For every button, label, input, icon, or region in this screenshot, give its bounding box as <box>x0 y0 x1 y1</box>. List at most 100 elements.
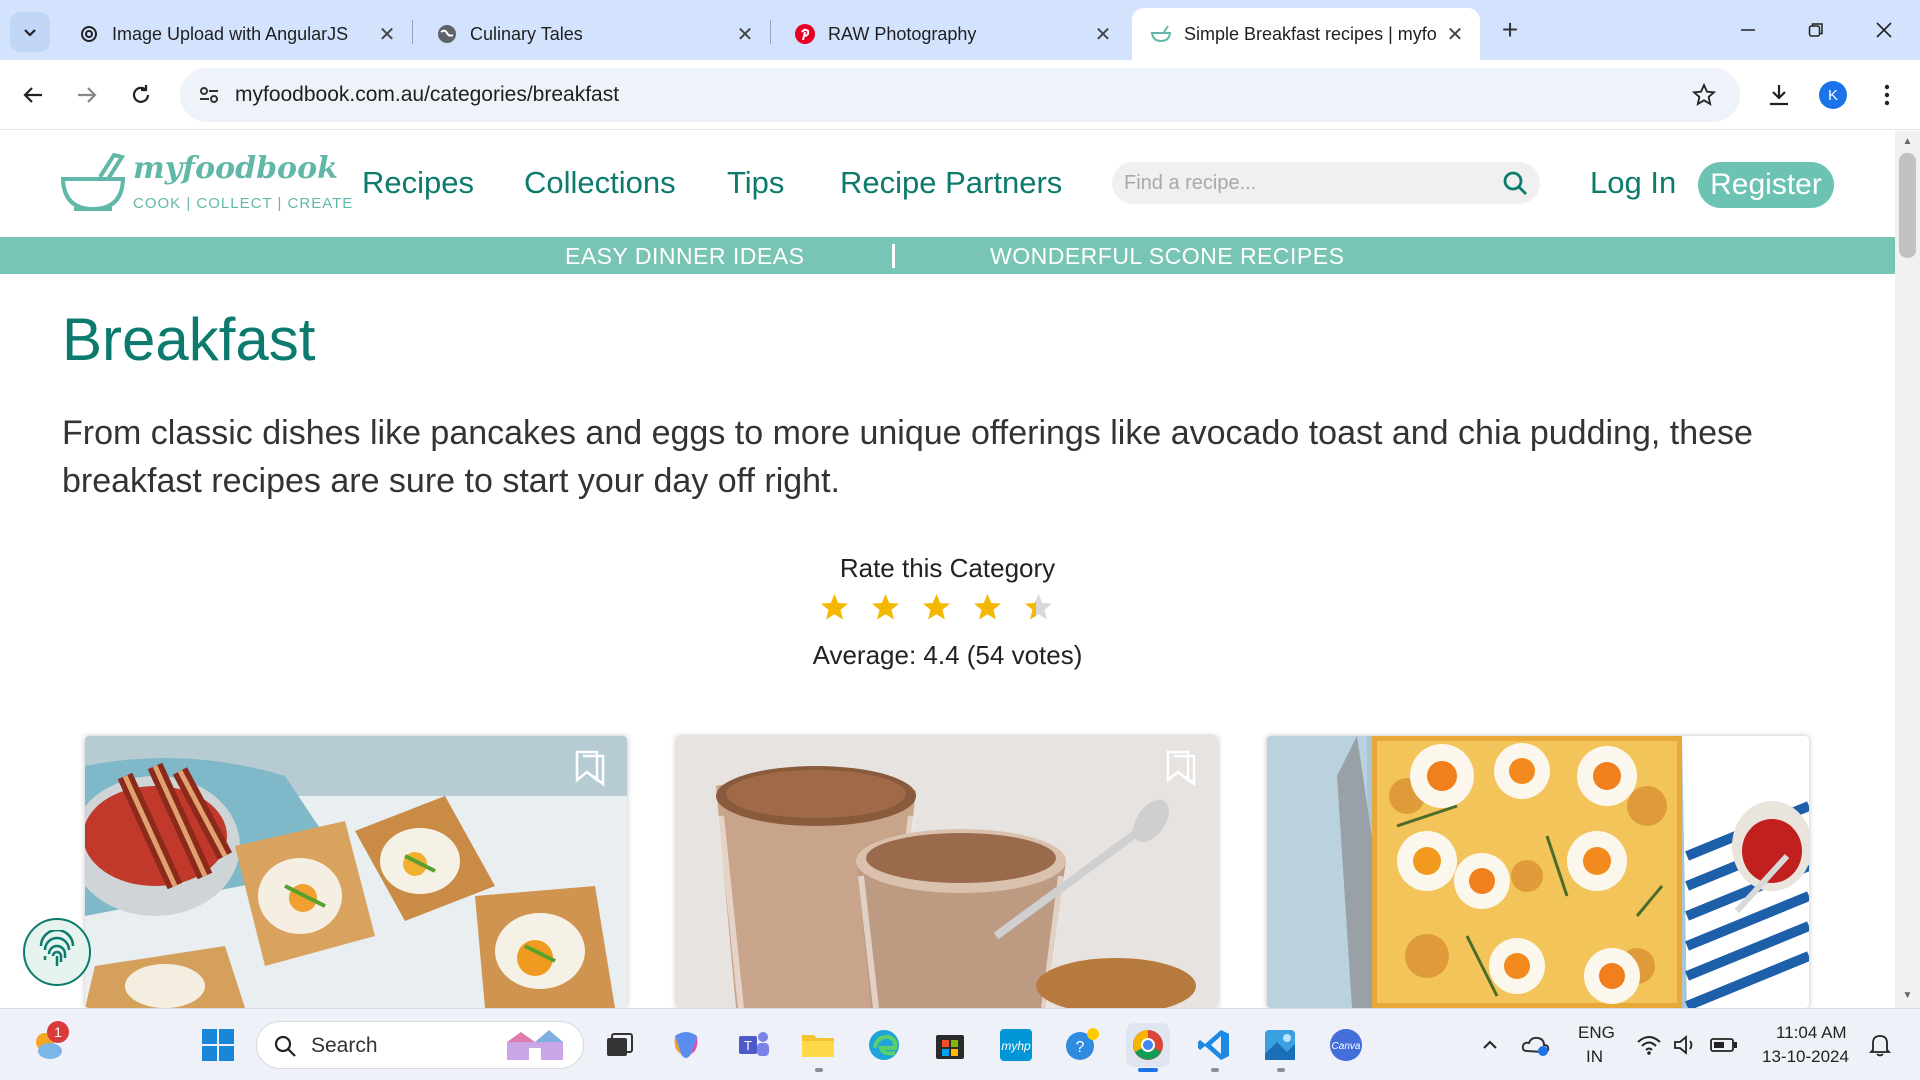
profile-button[interactable]: K <box>1814 76 1852 114</box>
rating-star-3[interactable] <box>922 593 951 622</box>
bookmark-icon[interactable] <box>573 750 607 788</box>
region-indicator: IN <box>1586 1047 1603 1066</box>
register-button[interactable]: Register <box>1698 162 1834 208</box>
site-logo[interactable]: myfoodbook COOK | COLLECT | CREATE <box>60 151 352 221</box>
show-hidden-icons-button[interactable] <box>1470 1023 1510 1067</box>
page-scrollbar[interactable] <box>1895 131 1920 1008</box>
store-icon <box>936 1035 964 1059</box>
taskbar-search[interactable]: Search <box>256 1021 584 1069</box>
chevron-down-icon <box>24 29 36 37</box>
chrome-button[interactable] <box>1126 1023 1170 1067</box>
notification-badge: 1 <box>47 1021 69 1043</box>
notifications-button[interactable] <box>1860 1023 1900 1067</box>
teams-button[interactable]: T <box>732 1023 776 1067</box>
download-button[interactable] <box>1760 76 1798 114</box>
minimize-icon[interactable] <box>1728 14 1768 46</box>
scroll-down-icon[interactable]: ▼ <box>1900 990 1915 1004</box>
rating-star-5[interactable] <box>1024 593 1053 622</box>
browser-menu-button[interactable] <box>1868 76 1906 114</box>
promo-divider <box>892 244 895 268</box>
edge-icon <box>869 1030 899 1060</box>
nav-recipe-partners[interactable]: Recipe Partners <box>840 165 1062 201</box>
folder-icon <box>802 1035 834 1057</box>
close-tab-icon[interactable]: ✕ <box>734 23 756 46</box>
windows-logo-icon <box>202 1029 234 1061</box>
bookmark-icon[interactable] <box>1755 750 1789 788</box>
close-tab-icon[interactable]: ✕ <box>1444 23 1466 46</box>
recipe-card[interactable] <box>85 736 627 1008</box>
vscode-button[interactable] <box>1192 1023 1236 1067</box>
promo-easy-dinner-ideas[interactable]: EASY DINNER IDEAS <box>565 243 804 270</box>
rating-star-2[interactable] <box>871 593 900 622</box>
recipe-card[interactable] <box>1267 736 1809 1008</box>
address-bar[interactable]: myfoodbook.com.au/categories/breakfast <box>180 68 1740 122</box>
login-link[interactable]: Log In <box>1590 165 1676 201</box>
scroll-up-icon[interactable]: ▲ <box>1900 136 1915 150</box>
task-view-button[interactable] <box>597 1023 641 1067</box>
rating-star-1[interactable] <box>820 593 849 622</box>
svg-text:myhp: myhp <box>1001 1039 1031 1053</box>
new-tab-button[interactable]: + <box>1494 14 1526 46</box>
close-window-icon[interactable] <box>1864 14 1904 46</box>
copilot-button[interactable] <box>664 1023 708 1067</box>
tab-simple-breakfast-recipes[interactable]: Simple Breakfast recipes | myfo ✕ <box>1132 8 1480 60</box>
search-icon[interactable] <box>1500 168 1530 198</box>
logo-wordmark: myfoodbook <box>133 151 338 186</box>
tab-title: RAW Photography <box>828 23 977 44</box>
promo-scone-recipes[interactable]: WONDERFUL SCONE RECIPES <box>990 243 1344 270</box>
taskbar-search-label: Search <box>311 1034 378 1057</box>
site-info-icon[interactable] <box>194 80 224 110</box>
help-icon: ? <box>1066 1028 1099 1060</box>
scrollbar-thumb[interactable] <box>1899 153 1916 258</box>
active-indicator <box>1138 1068 1158 1072</box>
language-indicator[interactable]: ENG <box>1578 1023 1615 1043</box>
svg-text:?: ? <box>1076 1039 1085 1056</box>
recipe-card[interactable] <box>676 736 1218 1008</box>
close-tab-icon[interactable]: ✕ <box>1092 23 1114 46</box>
openai-icon <box>78 23 100 45</box>
arrow-left-icon <box>23 87 42 103</box>
nav-tips[interactable]: Tips <box>727 165 784 201</box>
nav-collections[interactable]: Collections <box>524 165 676 201</box>
forward-button[interactable] <box>68 76 106 114</box>
tab-culinary-tales[interactable]: Culinary Tales ✕ <box>418 8 770 60</box>
edge-button[interactable] <box>862 1023 906 1067</box>
fingerprint-icon <box>39 930 75 966</box>
globe-icon <box>436 23 458 45</box>
clock-time[interactable]: 11:04 AM <box>1776 1023 1847 1043</box>
url-text: myfoodbook.com.au/categories/breakfast <box>235 83 620 106</box>
battery-status[interactable] <box>1704 1023 1744 1067</box>
helper-app-button[interactable]: ? <box>1060 1023 1104 1067</box>
nav-recipes[interactable]: Recipes <box>362 165 474 201</box>
page-title: Breakfast <box>62 306 316 373</box>
rating-star-4[interactable] <box>973 593 1002 622</box>
hp-icon: myhp <box>1000 1029 1032 1061</box>
bookmark-icon[interactable] <box>1164 750 1198 788</box>
running-indicator <box>815 1068 823 1072</box>
tab-image-upload[interactable]: Image Upload with AngularJS ✕ <box>60 8 412 60</box>
back-button[interactable] <box>14 76 52 114</box>
myhp-button[interactable]: myhp <box>994 1023 1038 1067</box>
canva-button[interactable]: Canva <box>1324 1023 1368 1067</box>
task-view-icon <box>607 1033 633 1056</box>
tab-search-button[interactable] <box>10 12 50 52</box>
search-highlight-icon <box>507 1030 563 1060</box>
volume-status[interactable] <box>1666 1023 1702 1067</box>
tab-raw-photography[interactable]: RAW Photography ✕ <box>776 8 1128 60</box>
photos-button[interactable] <box>1258 1023 1302 1067</box>
wifi-status[interactable] <box>1630 1023 1668 1067</box>
restore-icon[interactable] <box>1796 14 1836 46</box>
recipe-search-input[interactable] <box>1124 166 1484 200</box>
fingerprint-widget-button[interactable] <box>23 918 91 986</box>
file-explorer-button[interactable] <box>796 1023 840 1067</box>
teams-icon: T <box>739 1032 769 1056</box>
bookmark-star-icon[interactable] <box>1690 81 1718 109</box>
microsoft-store-button[interactable] <box>928 1023 972 1067</box>
star-rating <box>820 593 1053 633</box>
start-button[interactable] <box>196 1023 240 1067</box>
tab-separator <box>412 20 413 44</box>
close-tab-icon[interactable]: ✕ <box>376 23 398 46</box>
onedrive-status[interactable] <box>1516 1023 1556 1067</box>
reload-icon <box>132 85 150 103</box>
reload-button[interactable] <box>122 76 160 114</box>
